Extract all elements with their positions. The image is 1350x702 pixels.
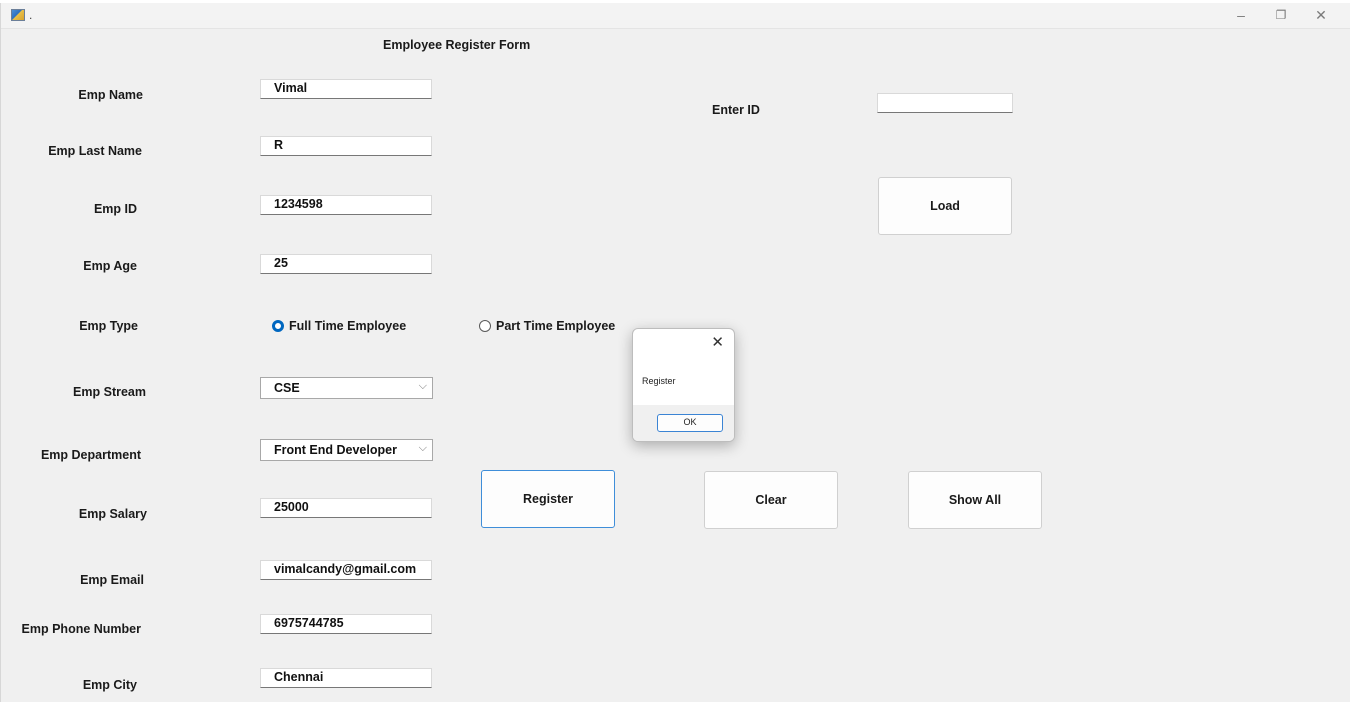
dialog-message: Register (642, 376, 676, 386)
label-emp-last-name: Emp Last Name (48, 144, 142, 158)
load-button[interactable]: Load (878, 177, 1012, 235)
radio-unselected-icon (479, 320, 491, 332)
register-button[interactable]: Register (481, 470, 615, 528)
dialog-footer: OK (633, 405, 734, 441)
emp-id-input[interactable]: 1234598 (260, 195, 432, 215)
emp-stream-select[interactable]: CSE ⌵ (260, 377, 433, 399)
emp-department-value: Front End Developer (274, 443, 397, 457)
restore-button[interactable]: ❐ (1261, 3, 1301, 29)
radio-part-time-label: Part Time Employee (496, 319, 616, 333)
enter-id-input[interactable] (877, 93, 1013, 113)
window-title: . (29, 8, 33, 22)
show-all-button[interactable]: Show All (908, 471, 1042, 529)
chevron-down-icon: ⌵ (418, 442, 427, 454)
radio-full-time-label: Full Time Employee (289, 319, 407, 333)
label-emp-type: Emp Type (79, 319, 138, 333)
emp-salary-input[interactable]: 25000 (260, 498, 432, 518)
emp-email-input[interactable]: vimalcandy@gmail.com (260, 560, 432, 580)
emp-last-name-input[interactable]: R (260, 136, 432, 156)
close-button[interactable]: ✕ (1301, 3, 1341, 29)
title-bar: . – ❐ ✕ (1, 3, 1350, 29)
dialog-ok-button[interactable]: OK (657, 414, 723, 432)
emp-phone-input[interactable]: 6975744785 (260, 614, 432, 634)
chevron-down-icon: ⌵ (418, 380, 427, 392)
app-icon (11, 9, 25, 21)
message-dialog: ✕ Register OK (632, 328, 735, 442)
label-emp-age: Emp Age (83, 259, 137, 273)
label-emp-name: Emp Name (78, 88, 143, 102)
minimize-button[interactable]: – (1221, 3, 1261, 29)
radio-selected-icon (272, 320, 284, 332)
form-title: Employee Register Form (383, 38, 531, 52)
radio-full-time[interactable]: Full Time Employee (272, 319, 406, 333)
dialog-close-icon[interactable]: ✕ (711, 333, 724, 351)
label-emp-stream: Emp Stream (73, 385, 146, 399)
label-enter-id: Enter ID (712, 103, 760, 117)
label-emp-id: Emp ID (93, 202, 137, 216)
emp-stream-value: CSE (274, 381, 300, 395)
clear-button[interactable]: Clear (704, 471, 838, 529)
emp-department-select[interactable]: Front End Developer ⌵ (260, 439, 433, 461)
emp-city-input[interactable]: Chennai (260, 668, 432, 688)
label-emp-department: Emp Department (40, 448, 141, 462)
radio-part-time[interactable]: Part Time Employee (479, 319, 615, 333)
label-emp-salary: Emp Salary (78, 507, 147, 521)
emp-name-input[interactable]: Vimal (260, 79, 432, 99)
label-emp-phone: Emp Phone Number (21, 622, 141, 636)
emp-age-input[interactable]: 25 (260, 254, 432, 274)
label-emp-city: Emp City (82, 678, 137, 692)
label-emp-email: Emp Email (80, 573, 144, 587)
